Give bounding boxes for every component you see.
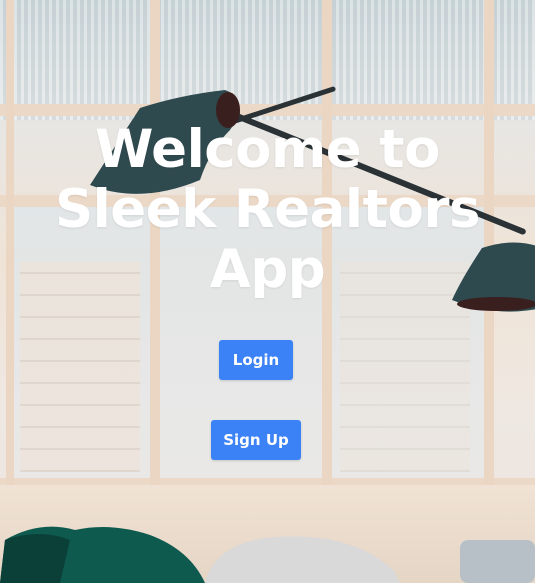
title-line: App (209, 239, 326, 300)
signup-button[interactable]: Sign Up (211, 420, 301, 460)
page-title: Welcome to Sleek Realtors App (0, 120, 535, 300)
title-line: Sleek Realtors (54, 179, 481, 240)
title-line: Welcome to (95, 119, 440, 180)
chair-icon (205, 536, 400, 583)
login-button[interactable]: Login (219, 340, 293, 380)
hero-section: Welcome to Sleek Realtors App (0, 120, 535, 300)
chair-icon (0, 526, 205, 583)
chair-icon (460, 540, 535, 583)
